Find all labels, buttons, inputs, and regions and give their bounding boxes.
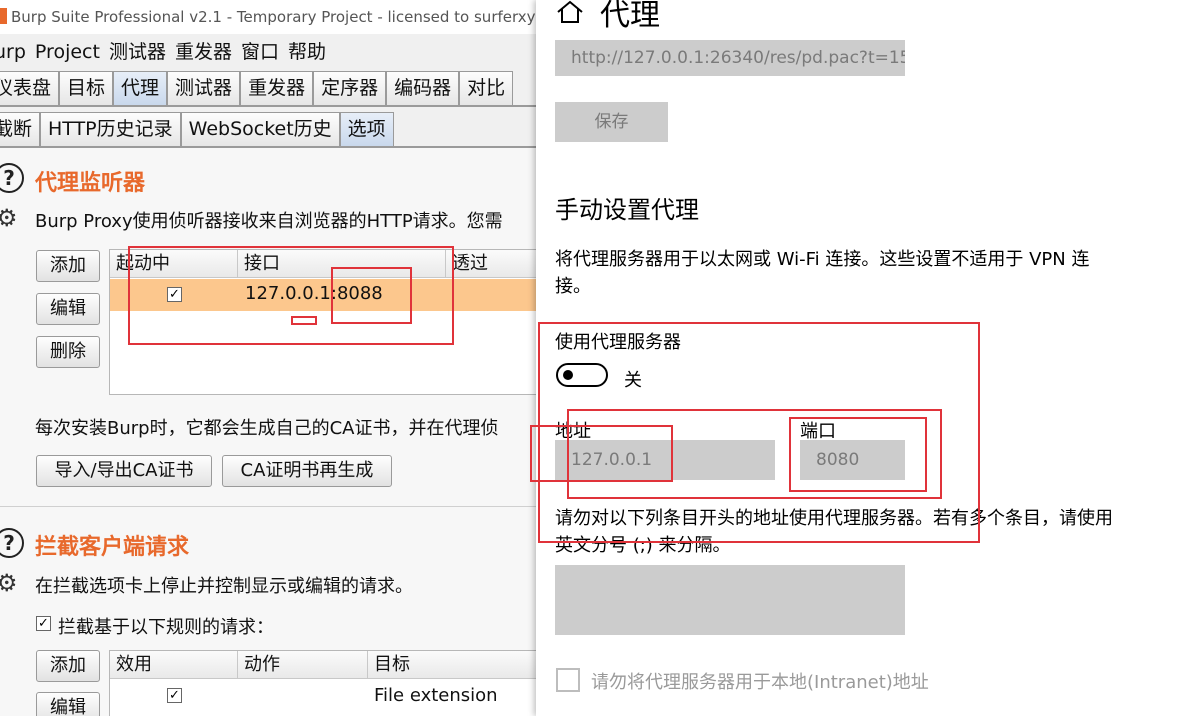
tab-target[interactable]: 目标 (59, 71, 114, 105)
tab-intruder[interactable]: 测试器 (167, 71, 241, 105)
add-rule-button[interactable]: 添加 (36, 650, 100, 682)
listeners-description: Burp Proxy使用侦听器接收来自浏览器的HTTP请求。您需 (35, 211, 503, 232)
port-input[interactable]: 8080 (800, 440, 905, 480)
tab-dashboard[interactable]: 仪表盘 (0, 71, 60, 105)
tab-proxy[interactable]: 代理 (113, 71, 168, 105)
intercept-description: 在拦截选项卡上停止并控制显示或编辑的请求。 (35, 576, 413, 597)
listener-interface-cell: 127.0.0.1:8088 (245, 283, 383, 304)
import-export-ca-button[interactable]: 导入/导出CA证书 (36, 455, 212, 487)
bypass-local-label: 请勿将代理服务器用于本地(Intranet)地址 (591, 672, 929, 693)
burp-logo-icon (0, 8, 7, 24)
intercept-rules-table: 效用 动作 目标 ✓ File extension (109, 650, 536, 716)
bypass-local-checkbox[interactable] (556, 668, 580, 692)
menu-item-intruder[interactable]: 测试器 (109, 41, 166, 63)
toggle-state-label: 关 (624, 370, 642, 391)
intercept-rules-checkbox[interactable]: ✓ (36, 616, 51, 631)
column-invisible[interactable]: 透过 (446, 250, 536, 278)
intercept-title: 拦截客户端请求 (35, 535, 190, 560)
listener-running-checkbox[interactable]: ✓ (167, 287, 182, 302)
address-input[interactable]: 127.0.0.1 (555, 440, 775, 480)
burp-title-bar: Burp Suite Professional v2.1 - Temporary… (0, 0, 536, 34)
tab-websocket-history[interactable]: WebSocket历史 (180, 112, 340, 146)
manual-proxy-description: 将代理服务器用于以太网或 Wi-Fi 连接。这些设置不适用于 VPN 连接。 (555, 249, 1090, 297)
rule-enabled-checkbox[interactable]: ✓ (167, 688, 182, 703)
page-title: 代理 (600, 0, 660, 33)
tab-intercept[interactable]: 截断 (0, 112, 41, 146)
use-proxy-toggle[interactable] (556, 363, 608, 387)
burp-menu-bar: urp Project 测试器 重发器 窗口 帮助 (0, 36, 335, 68)
menu-item-repeater[interactable]: 重发器 (175, 41, 232, 63)
main-tab-divider (0, 105, 536, 107)
gear-icon[interactable]: ⚙ (0, 570, 22, 596)
main-tab-bar: 仪表盘 目标 代理 测试器 重发器 定序器 编码器 对比 (0, 71, 514, 105)
exceptions-description: 请勿对以下列条目开头的地址使用代理服务器。若有多个条目，请使用英文分号 (;) … (555, 508, 1113, 556)
menu-item-burp[interactable]: urp (0, 41, 26, 63)
tab-options[interactable]: 选项 (339, 112, 394, 146)
ca-cert-description: 每次安装Burp时，它都会生成自己的CA证书，并在代理侦 (35, 418, 499, 439)
edit-listener-button[interactable]: 编辑 (36, 293, 100, 325)
table-row[interactable]: ✓ 127.0.0.1:8088 (110, 279, 536, 311)
proxy-tab-bar: 截断 HTTP历史记录 WebSocket历史 选项 (0, 112, 394, 146)
listeners-title: 代理监听器 (35, 171, 146, 196)
column-target[interactable]: 目标 (368, 651, 536, 679)
manual-proxy-heading: 手动设置代理 (555, 196, 699, 224)
home-icon[interactable] (556, 0, 584, 24)
save-button[interactable]: 保存 (555, 102, 668, 142)
column-interface[interactable]: 接口 (238, 250, 446, 278)
regenerate-ca-button[interactable]: CA证明书再生成 (222, 455, 392, 487)
burp-window: Burp Suite Professional v2.1 - Temporary… (0, 0, 536, 716)
tab-http-history[interactable]: HTTP历史记录 (40, 112, 181, 146)
script-address-input[interactable]: http://127.0.0.1:26340/res/pd.pac?t=15 (555, 40, 905, 76)
rule-target-cell: File extension (374, 685, 498, 706)
tab-decoder[interactable]: 编码器 (386, 71, 460, 105)
exceptions-input[interactable] (555, 565, 905, 635)
use-proxy-label: 使用代理服务器 (555, 332, 681, 353)
burp-window-title: Burp Suite Professional v2.1 - Temporary… (11, 8, 536, 26)
tab-repeater[interactable]: 重发器 (240, 71, 314, 105)
column-action[interactable]: 动作 (238, 651, 368, 679)
proxy-settings-window: 代理 http://127.0.0.1:26340/res/pd.pac?t=1… (530, 0, 1185, 716)
add-listener-button[interactable]: 添加 (36, 250, 100, 282)
toggle-knob (563, 370, 573, 380)
column-enabled[interactable]: 效用 (110, 651, 238, 679)
intercept-rules-label: 拦截基于以下规则的请求： (58, 617, 274, 638)
remove-listener-button[interactable]: 删除 (36, 336, 100, 368)
tab-comparer[interactable]: 对比 (459, 71, 514, 105)
column-running[interactable]: 起动中 (110, 250, 238, 278)
gear-icon[interactable]: ⚙ (0, 205, 22, 231)
menu-item-window[interactable]: 窗口 (241, 41, 279, 63)
menu-item-help[interactable]: 帮助 (288, 41, 326, 63)
section-divider (0, 506, 536, 507)
edit-rule-button[interactable]: 编辑 (36, 692, 100, 716)
listeners-table: 起动中 接口 透过 ✓ 127.0.0.1:8088 (109, 249, 536, 395)
tab-sequencer[interactable]: 定序器 (313, 71, 387, 105)
menu-item-project[interactable]: Project (35, 41, 100, 63)
